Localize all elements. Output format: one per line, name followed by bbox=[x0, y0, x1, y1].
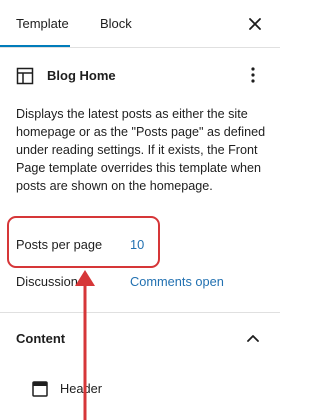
more-vertical-icon bbox=[251, 67, 255, 83]
section-divider bbox=[0, 312, 280, 313]
template-options-button[interactable] bbox=[243, 64, 263, 86]
template-description: Displays the latest posts as either the … bbox=[16, 107, 266, 193]
close-icon bbox=[249, 18, 261, 30]
layout-template-icon bbox=[15, 66, 35, 86]
content-panel-toggle[interactable] bbox=[243, 328, 263, 348]
posts-per-page-value[interactable]: 10 bbox=[130, 237, 144, 253]
close-sidebar-button[interactable] bbox=[244, 13, 266, 35]
content-panel-title[interactable]: Content bbox=[16, 331, 65, 347]
active-tab-indicator bbox=[0, 45, 70, 47]
chevron-up-icon bbox=[247, 335, 259, 342]
discussion-label: Discussion bbox=[16, 274, 78, 289]
tab-template[interactable]: Template bbox=[16, 16, 69, 32]
template-part-icon bbox=[31, 380, 49, 398]
tab-block[interactable]: Block bbox=[100, 16, 132, 32]
annotation-arrow bbox=[75, 270, 95, 420]
discussion-value[interactable]: Comments open bbox=[130, 274, 224, 290]
template-title: Blog Home bbox=[47, 68, 116, 83]
posts-per-page-label: Posts per page bbox=[16, 237, 103, 252]
